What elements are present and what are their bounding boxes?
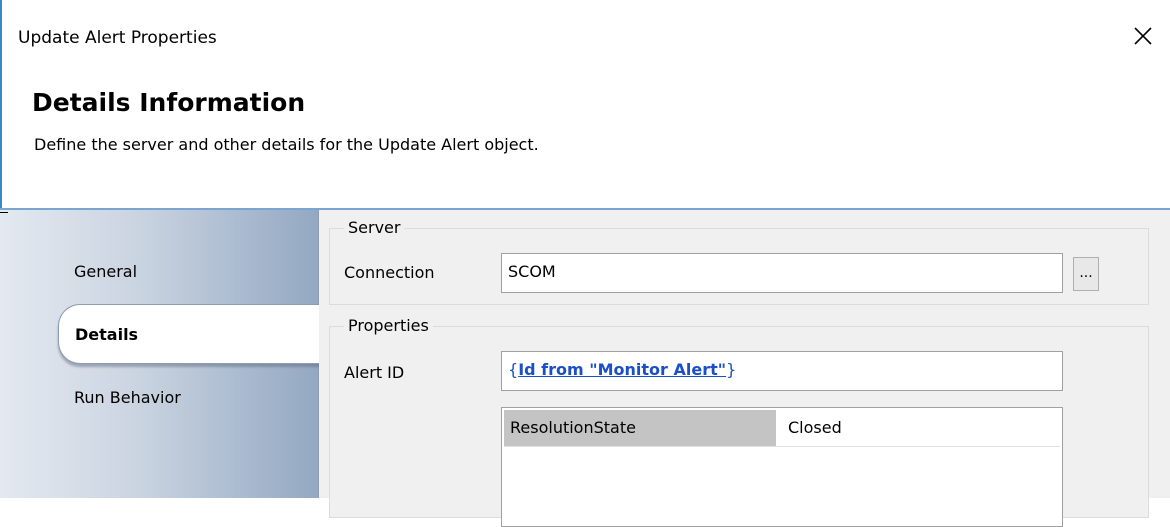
nav-panel: General Details Run Behavior — [0, 210, 321, 498]
server-group: Server Connection SCOM ... — [329, 218, 1149, 305]
nav-item-general[interactable]: General — [74, 262, 137, 281]
update-alert-properties-dialog: Update Alert Properties Details Informat… — [0, 0, 1170, 527]
connection-value: SCOM — [508, 262, 556, 281]
page-subtitle: Define the server and other details for … — [34, 135, 539, 154]
server-group-legend: Server — [344, 218, 405, 237]
title-bar: Update Alert Properties — [0, 0, 1170, 78]
window-title: Update Alert Properties — [18, 28, 217, 48]
connection-field[interactable]: SCOM — [501, 253, 1063, 293]
table-row[interactable]: ResolutionState Closed — [504, 410, 1060, 447]
close-button[interactable] — [1124, 20, 1162, 54]
connection-label: Connection — [344, 263, 435, 282]
content-area: Server Connection SCOM ... Properties Al… — [319, 210, 1170, 527]
nav-item-details-label: Details — [75, 325, 139, 344]
property-value-cell[interactable]: Closed — [784, 410, 846, 446]
nav-item-details[interactable]: Details — [58, 304, 321, 364]
alert-id-label: Alert ID — [344, 363, 405, 382]
page-title: Details Information — [32, 88, 306, 117]
alert-id-link[interactable]: Id from "Monitor Alert" — [518, 360, 726, 379]
properties-grid[interactable]: ResolutionState Closed — [501, 407, 1063, 527]
divider-tick — [0, 212, 8, 213]
close-icon — [1134, 27, 1152, 45]
window-left-border — [0, 0, 2, 212]
property-name-cell[interactable]: ResolutionState — [504, 410, 776, 446]
properties-group: Properties Alert ID {Id from "Monitor Al… — [329, 316, 1149, 527]
alert-id-close-brace: } — [726, 360, 737, 379]
nav-item-run-behavior[interactable]: Run Behavior — [74, 388, 181, 407]
alert-id-open-brace: { — [508, 360, 519, 379]
properties-group-legend: Properties — [344, 316, 433, 335]
header: Details Information Define the server an… — [0, 78, 1170, 210]
alert-id-field[interactable]: {Id from "Monitor Alert"} — [501, 351, 1063, 391]
browse-connection-button[interactable]: ... — [1073, 257, 1099, 291]
